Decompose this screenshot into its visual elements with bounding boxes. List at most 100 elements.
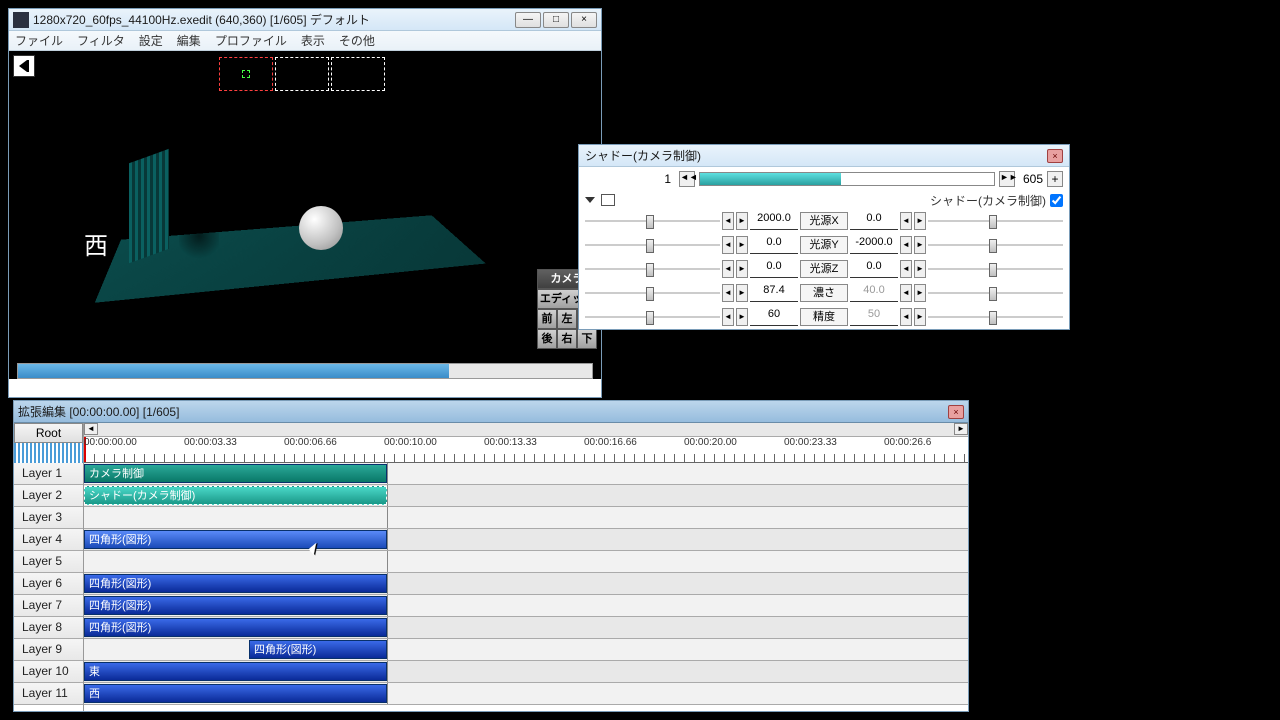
- layer-label[interactable]: Layer 8: [14, 617, 83, 639]
- param-label[interactable]: 光源Y: [800, 236, 848, 254]
- param-value-left[interactable]: 0.0: [750, 260, 798, 278]
- track[interactable]: 西: [84, 683, 968, 705]
- param-slider-left[interactable]: [585, 285, 720, 301]
- menu-item[interactable]: その他: [339, 32, 375, 49]
- track[interactable]: [84, 551, 968, 573]
- layer-label[interactable]: Layer 1: [14, 463, 83, 485]
- selection-box-2[interactable]: [275, 57, 329, 91]
- track[interactable]: 東: [84, 661, 968, 683]
- param-label[interactable]: 光源X: [800, 212, 848, 230]
- track[interactable]: 四角形(図形): [84, 639, 968, 661]
- spin-right-dec[interactable]: ◄: [900, 284, 912, 302]
- param-value-right[interactable]: 40.0: [850, 284, 898, 302]
- param-slider-left[interactable]: [585, 309, 720, 325]
- spin-left-dec[interactable]: ◄: [722, 212, 734, 230]
- param-slider-right[interactable]: [928, 213, 1063, 229]
- spin-right-inc[interactable]: ►: [914, 212, 926, 230]
- spin-right-inc[interactable]: ►: [914, 308, 926, 326]
- track[interactable]: 四角形(図形): [84, 529, 968, 551]
- minimize-button[interactable]: —: [515, 12, 541, 28]
- spin-left-dec[interactable]: ◄: [722, 284, 734, 302]
- close-button[interactable]: ×: [571, 12, 597, 28]
- clip[interactable]: 四角形(図形): [84, 618, 387, 637]
- param-value-right[interactable]: -2000.0: [850, 236, 898, 254]
- clip[interactable]: 四角形(図形): [249, 640, 387, 659]
- layer-label[interactable]: Layer 9: [14, 639, 83, 661]
- section-enable-checkbox[interactable]: [1050, 194, 1063, 207]
- param-value-right[interactable]: 50: [850, 308, 898, 326]
- frame-track[interactable]: [699, 172, 995, 186]
- param-value-left[interactable]: 60: [750, 308, 798, 326]
- nav-down[interactable]: 下: [577, 329, 597, 349]
- nav-left[interactable]: 左: [557, 309, 577, 329]
- param-value-left[interactable]: 87.4: [750, 284, 798, 302]
- hscroll-right-button[interactable]: ►: [954, 423, 968, 435]
- spin-right-inc[interactable]: ►: [914, 260, 926, 278]
- spin-right-dec[interactable]: ◄: [900, 236, 912, 254]
- menu-item[interactable]: 設定: [139, 32, 163, 49]
- param-slider-left[interactable]: [585, 237, 720, 253]
- spin-right-inc[interactable]: ►: [914, 284, 926, 302]
- spin-left-inc[interactable]: ►: [736, 236, 748, 254]
- param-label[interactable]: 濃さ: [800, 284, 848, 302]
- layer-label[interactable]: Layer 10: [14, 661, 83, 683]
- clip[interactable]: 四角形(図形): [84, 574, 387, 593]
- time-ruler[interactable]: 00:00:00.0000:00:03.3300:00:06.6600:00:1…: [84, 437, 968, 463]
- param-label[interactable]: 精度: [800, 308, 848, 326]
- rewind-button[interactable]: [13, 55, 35, 77]
- dialog-close-button[interactable]: ×: [1047, 149, 1063, 163]
- spin-left-inc[interactable]: ►: [736, 260, 748, 278]
- frame-next-button[interactable]: ►►: [999, 171, 1015, 187]
- param-slider-left[interactable]: [585, 261, 720, 277]
- spin-left-dec[interactable]: ◄: [722, 260, 734, 278]
- param-label[interactable]: 光源Z: [800, 260, 848, 278]
- dialog-titlebar[interactable]: シャドー(カメラ制御) ×: [579, 145, 1069, 167]
- clip[interactable]: 東: [84, 662, 387, 681]
- layer-label[interactable]: Layer 7: [14, 595, 83, 617]
- nav-right[interactable]: 右: [557, 329, 577, 349]
- param-slider-right[interactable]: [928, 285, 1063, 301]
- track[interactable]: [84, 507, 968, 529]
- menu-item[interactable]: 編集: [177, 32, 201, 49]
- spin-right-dec[interactable]: ◄: [900, 308, 912, 326]
- clip[interactable]: 西: [84, 684, 387, 703]
- track[interactable]: カメラ制御: [84, 463, 968, 485]
- param-value-right[interactable]: 0.0: [850, 212, 898, 230]
- param-slider-left[interactable]: [585, 213, 720, 229]
- param-slider-right[interactable]: [928, 261, 1063, 277]
- clip[interactable]: 四角形(図形): [84, 596, 387, 615]
- track[interactable]: 四角形(図形): [84, 573, 968, 595]
- spin-left-inc[interactable]: ►: [736, 284, 748, 302]
- spin-left-inc[interactable]: ►: [736, 308, 748, 326]
- layer-label[interactable]: Layer 3: [14, 507, 83, 529]
- layer-label[interactable]: Layer 2: [14, 485, 83, 507]
- clip[interactable]: カメラ制御: [84, 464, 387, 483]
- param-slider-right[interactable]: [928, 237, 1063, 253]
- link-icon[interactable]: [601, 194, 615, 206]
- hscroll-left-button[interactable]: ◄: [84, 423, 98, 435]
- timeline-close-button[interactable]: ×: [948, 405, 964, 419]
- frame-prev-button[interactable]: ◄◄: [679, 171, 695, 187]
- layer-label[interactable]: Layer 5: [14, 551, 83, 573]
- timeline-hscroll[interactable]: ◄ ►: [84, 423, 968, 437]
- spin-left-dec[interactable]: ◄: [722, 308, 734, 326]
- track[interactable]: 四角形(図形): [84, 595, 968, 617]
- selection-box-1[interactable]: [219, 57, 273, 91]
- param-value-left[interactable]: 2000.0: [750, 212, 798, 230]
- maximize-button[interactable]: □: [543, 12, 569, 28]
- spin-right-dec[interactable]: ◄: [900, 260, 912, 278]
- layer-label[interactable]: Layer 6: [14, 573, 83, 595]
- param-value-left[interactable]: 0.0: [750, 236, 798, 254]
- frame-add-button[interactable]: +: [1047, 171, 1063, 187]
- root-button[interactable]: Root: [14, 423, 83, 443]
- menu-item[interactable]: 表示: [301, 32, 325, 49]
- preview-canvas[interactable]: 西 東 カメラ エディット 前 左 上 後 右 下: [9, 51, 601, 379]
- spin-right-inc[interactable]: ►: [914, 236, 926, 254]
- spin-left-dec[interactable]: ◄: [722, 236, 734, 254]
- track[interactable]: シャドー(カメラ制御): [84, 485, 968, 507]
- menu-item[interactable]: ファイル: [15, 32, 63, 49]
- menu-item[interactable]: フィルタ: [77, 32, 125, 49]
- layer-label[interactable]: Layer 11: [14, 683, 83, 705]
- nav-front[interactable]: 前: [537, 309, 557, 329]
- param-slider-right[interactable]: [928, 309, 1063, 325]
